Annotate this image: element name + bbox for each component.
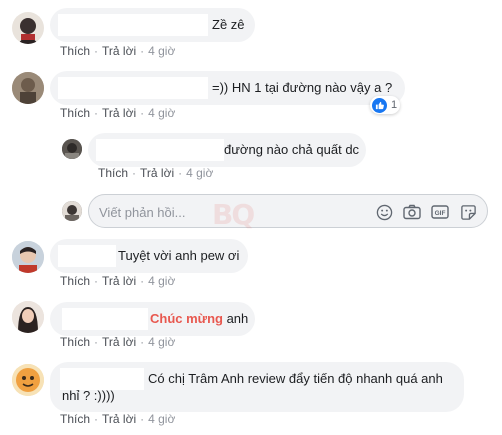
redacted-name bbox=[96, 139, 224, 161]
reply-button[interactable]: Trả lời bbox=[102, 44, 136, 58]
avatar[interactable] bbox=[12, 241, 44, 273]
comment-text: =)) HN 1 tại đường nào vậy a ? bbox=[212, 80, 393, 95]
comment-actions: Thích · Trả lời · 4 giờ bbox=[60, 106, 176, 120]
comment-actions: Thích · Trả lời · 4 giờ bbox=[60, 274, 176, 288]
comment-text: Chúc mừng anh bbox=[150, 311, 249, 326]
sticker-icon[interactable] bbox=[459, 203, 477, 221]
comment-time[interactable]: 4 giờ bbox=[148, 335, 175, 349]
comment-actions: Thích · Trả lời · 4 giờ bbox=[60, 335, 176, 349]
comment-text: Tuyệt vời anh pew ơi bbox=[118, 248, 240, 263]
camera-icon[interactable] bbox=[403, 203, 421, 221]
comment-text-line-2: nhỉ ? :)))) bbox=[62, 388, 115, 403]
redacted-name bbox=[58, 245, 116, 267]
gif-icon[interactable]: GIF bbox=[431, 203, 449, 221]
emoji-icon[interactable] bbox=[375, 203, 393, 221]
comment-bubble: =)) HN 1 tại đường nào vậy a ? bbox=[50, 71, 405, 105]
comment-time[interactable]: 4 giờ bbox=[148, 44, 175, 58]
svg-text:GIF: GIF bbox=[435, 210, 446, 217]
like-button[interactable]: Thích bbox=[60, 106, 90, 120]
comment-time[interactable]: 4 giờ bbox=[148, 412, 175, 426]
reply-button[interactable]: Trả lời bbox=[140, 166, 174, 180]
avatar[interactable] bbox=[62, 139, 82, 159]
like-button[interactable]: Thích bbox=[60, 44, 90, 58]
current-user-avatar bbox=[62, 201, 82, 221]
reply-button[interactable]: Trả lời bbox=[102, 335, 136, 349]
comment-actions: Thích · Trả lời · 4 giờ bbox=[98, 166, 214, 180]
reply-button[interactable]: Trả lời bbox=[102, 274, 136, 288]
comment-bubble: Có chị Trâm Anh review đẩy tiến độ nhanh… bbox=[50, 362, 464, 412]
like-button[interactable]: Thích bbox=[98, 166, 128, 180]
comment-text: Zề zê bbox=[212, 17, 245, 32]
comment-actions: Thích · Trả lời · 4 giờ bbox=[60, 44, 176, 58]
reply-bubble: đường nào chả quất dc bbox=[88, 133, 366, 167]
like-button[interactable]: Thích bbox=[60, 412, 90, 426]
like-button[interactable]: Thích bbox=[60, 335, 90, 349]
comment-time[interactable]: 4 giờ bbox=[148, 274, 175, 288]
watermark-logo: BQ bbox=[212, 198, 255, 231]
comment-text: đường nào chả quất dc bbox=[224, 142, 360, 157]
avatar[interactable] bbox=[12, 301, 44, 333]
redacted-name bbox=[60, 368, 144, 390]
avatar[interactable] bbox=[12, 72, 44, 104]
reply-button[interactable]: Trả lời bbox=[102, 412, 136, 426]
comment-bubble: Tuyệt vời anh pew ơi bbox=[50, 239, 248, 273]
reply-button[interactable]: Trả lời bbox=[102, 106, 136, 120]
reaction-count-number: 1 bbox=[391, 99, 398, 111]
comment-time[interactable]: 4 giờ bbox=[186, 166, 213, 180]
comment-bubble: Chúc mừng anh bbox=[50, 302, 255, 336]
avatar[interactable] bbox=[12, 12, 44, 44]
like-icon bbox=[372, 97, 387, 113]
comment-bubble: Zề zê bbox=[50, 8, 255, 42]
redacted-name bbox=[58, 77, 208, 99]
redacted-name bbox=[58, 14, 208, 36]
comment-time[interactable]: 4 giờ bbox=[148, 106, 175, 120]
comment-actions: Thích · Trả lời · 4 giờ bbox=[60, 412, 176, 426]
redacted-name bbox=[62, 308, 148, 330]
avatar[interactable] bbox=[12, 364, 44, 396]
like-button[interactable]: Thích bbox=[60, 274, 90, 288]
highlighted-text: Chúc mừng bbox=[150, 311, 223, 326]
comment-text-line-1: Có chị Trâm Anh review đẩy tiến độ nhanh… bbox=[148, 371, 443, 386]
reaction-count[interactable]: 1 bbox=[370, 96, 400, 114]
